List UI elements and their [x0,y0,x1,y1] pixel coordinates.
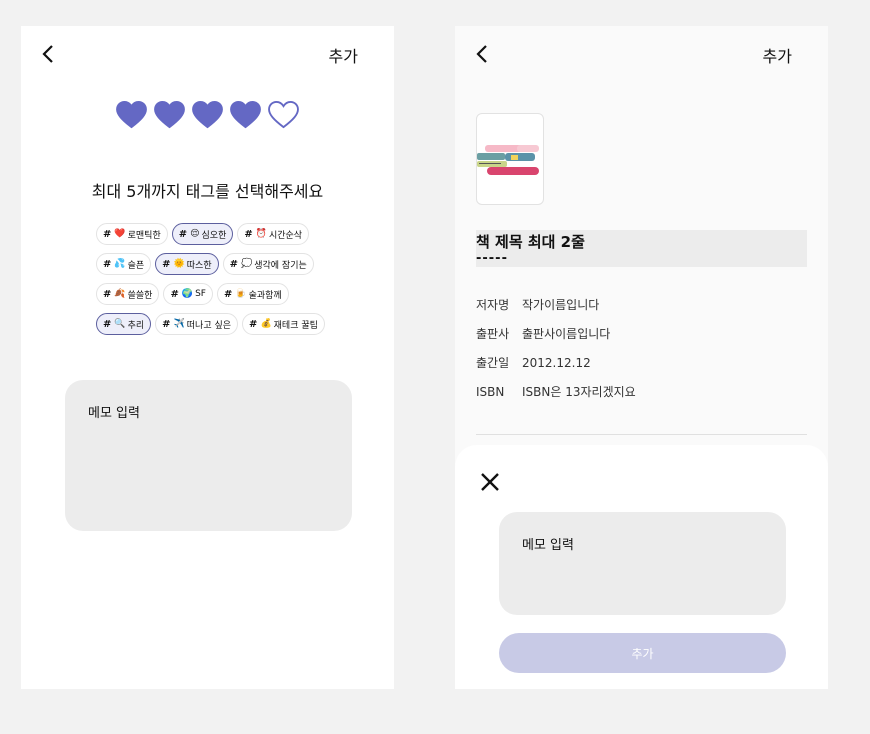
tag-chip[interactable]: # ✈️ 떠나고 싶은 [155,313,239,335]
tag-emoji-icon: ✈️ [173,319,185,329]
isbn-value: ISBN은 13자리겠지요 [522,385,636,399]
tag-chip[interactable]: # 💭 생각에 잠기는 [222,253,314,275]
pubdate-value: 2012.12.12 [522,356,591,370]
heart-filled-icon[interactable] [192,101,223,129]
tag-label: 추리 [127,320,145,331]
heart-filled-icon[interactable] [154,101,185,129]
memo-input[interactable]: 메모 입력 [65,380,352,531]
tag-emoji-icon: 🌞 [173,259,185,269]
sheet-memo-input[interactable]: 메모 입력 [499,512,786,615]
book-detail-screen: 추가 책 제목 최대 2줄 ----- 저자명 작가이름입니다 출판사 출판사이름입… [455,26,828,689]
tag-chip[interactable]: # 🌞 따스한 [155,253,219,275]
hash-icon: # [103,318,112,330]
tag-select-screen: 추가 최대 5개까지 태그를 선택해주세요 # ❤️ 로맨틱한 # 😌 심오한 # ⏰ 시간순삭… [21,26,394,689]
tag-chip[interactable]: # 💦 슬픈 [96,253,152,275]
heart-filled-icon[interactable] [230,101,261,129]
publisher-label: 출판사 [476,327,510,341]
pubdate-label: 출간일 [476,356,510,370]
hash-icon: # [249,318,258,330]
hash-icon: # [223,288,233,300]
divider [476,434,807,435]
tag-label: 로맨틱한 [127,230,161,241]
author-label: 저자명 [476,298,510,312]
hash-icon: # [229,258,239,270]
tag-chip[interactable]: # 🍺 술과함께 [216,283,289,305]
close-icon[interactable] [479,471,501,493]
publisher-value: 출판사이름입니다 [522,327,611,341]
tag-emoji-icon: 😌 [190,229,200,239]
add-button[interactable]: 추가 [329,43,358,67]
tag-emoji-icon: ⏰ [255,229,267,239]
tag-label: SF [195,289,206,299]
isbn-label: ISBN [476,385,505,399]
tag-list: # ❤️ 로맨틱한 # 😌 심오한 # ⏰ 시간순삭 # 💦 슬픈 # 🌞 따스한 # 💭 생각에 잠기는 # 🍂 쓸쓸… [96,223,336,335]
tag-emoji-icon: 🌍 [181,289,194,299]
pubdate-row: 출간일 2012.12.12 [476,354,591,371]
tag-label: 따스한 [186,260,212,271]
tag-chip[interactable]: # 💰 재테크 꿀팁 [242,313,325,335]
heart-filled-icon[interactable] [116,101,147,129]
hash-icon: # [170,288,179,300]
back-chevron-icon[interactable] [39,44,59,64]
add-button[interactable]: 추가 [763,43,792,67]
book-title-box: 책 제목 최대 2줄 ----- [476,230,807,267]
hash-icon: # [103,288,112,300]
rating-hearts [21,101,394,129]
memo-bottom-sheet: 메모 입력 추가 [455,445,828,689]
tag-chip[interactable]: # 🌍 SF [163,283,213,305]
hash-icon: # [162,318,171,330]
tag-label: 술과함께 [248,290,282,301]
tag-label: 심오한 [201,230,227,241]
submit-button[interactable]: 추가 [499,633,786,673]
tag-label: 생각에 잠기는 [254,260,307,271]
tag-label: 슬픈 [127,260,145,271]
tag-emoji-icon: ❤️ [114,229,126,239]
tag-chip[interactable]: # ❤️ 로맨틱한 [96,223,168,245]
back-chevron-icon[interactable] [473,44,493,64]
tag-chip[interactable]: # ⏰ 시간순삭 [237,223,310,245]
hash-icon: # [103,258,112,270]
tag-emoji-icon: 💰 [260,319,272,329]
hash-icon: # [162,258,171,270]
book-title-line2: ----- [476,251,508,266]
author-value: 작가이름입니다 [522,298,600,312]
tag-chip[interactable]: # 🔍 추리 [96,313,152,335]
tag-emoji-icon: 💭 [241,259,253,269]
hash-icon: # [103,228,112,240]
tag-label: 쓸쓸한 [127,290,153,301]
hash-icon: # [178,228,188,240]
tag-label: 시간순삭 [268,230,303,241]
author-row: 저자명 작가이름입니다 [476,296,599,313]
tag-label: 재테크 꿀팁 [273,320,318,331]
tag-chip[interactable]: # 🍂 쓸쓸한 [96,283,160,305]
tag-chip[interactable]: # 😌 심오한 [171,223,234,245]
tag-emoji-icon: 🍂 [114,289,126,299]
tag-label: 떠나고 싶은 [186,320,232,331]
book-cover [476,113,544,205]
books-stack-icon [477,145,539,175]
book-title: 책 제목 최대 2줄 [476,233,585,251]
publisher-row: 출판사 출판사이름입니다 [476,325,610,342]
tag-prompt: 최대 5개까지 태그를 선택해주세요 [91,182,324,201]
hash-icon: # [244,228,253,240]
tag-emoji-icon: 🍺 [235,289,247,299]
tag-emoji-icon: 💦 [114,259,126,269]
isbn-row: ISBN ISBN은 13자리겠지요 [476,383,636,400]
heart-outline-icon[interactable] [268,101,299,129]
tag-emoji-icon: 🔍 [114,319,126,329]
sheet-memo-placeholder: 메모 입력 [522,538,574,553]
memo-placeholder: 메모 입력 [88,406,140,421]
